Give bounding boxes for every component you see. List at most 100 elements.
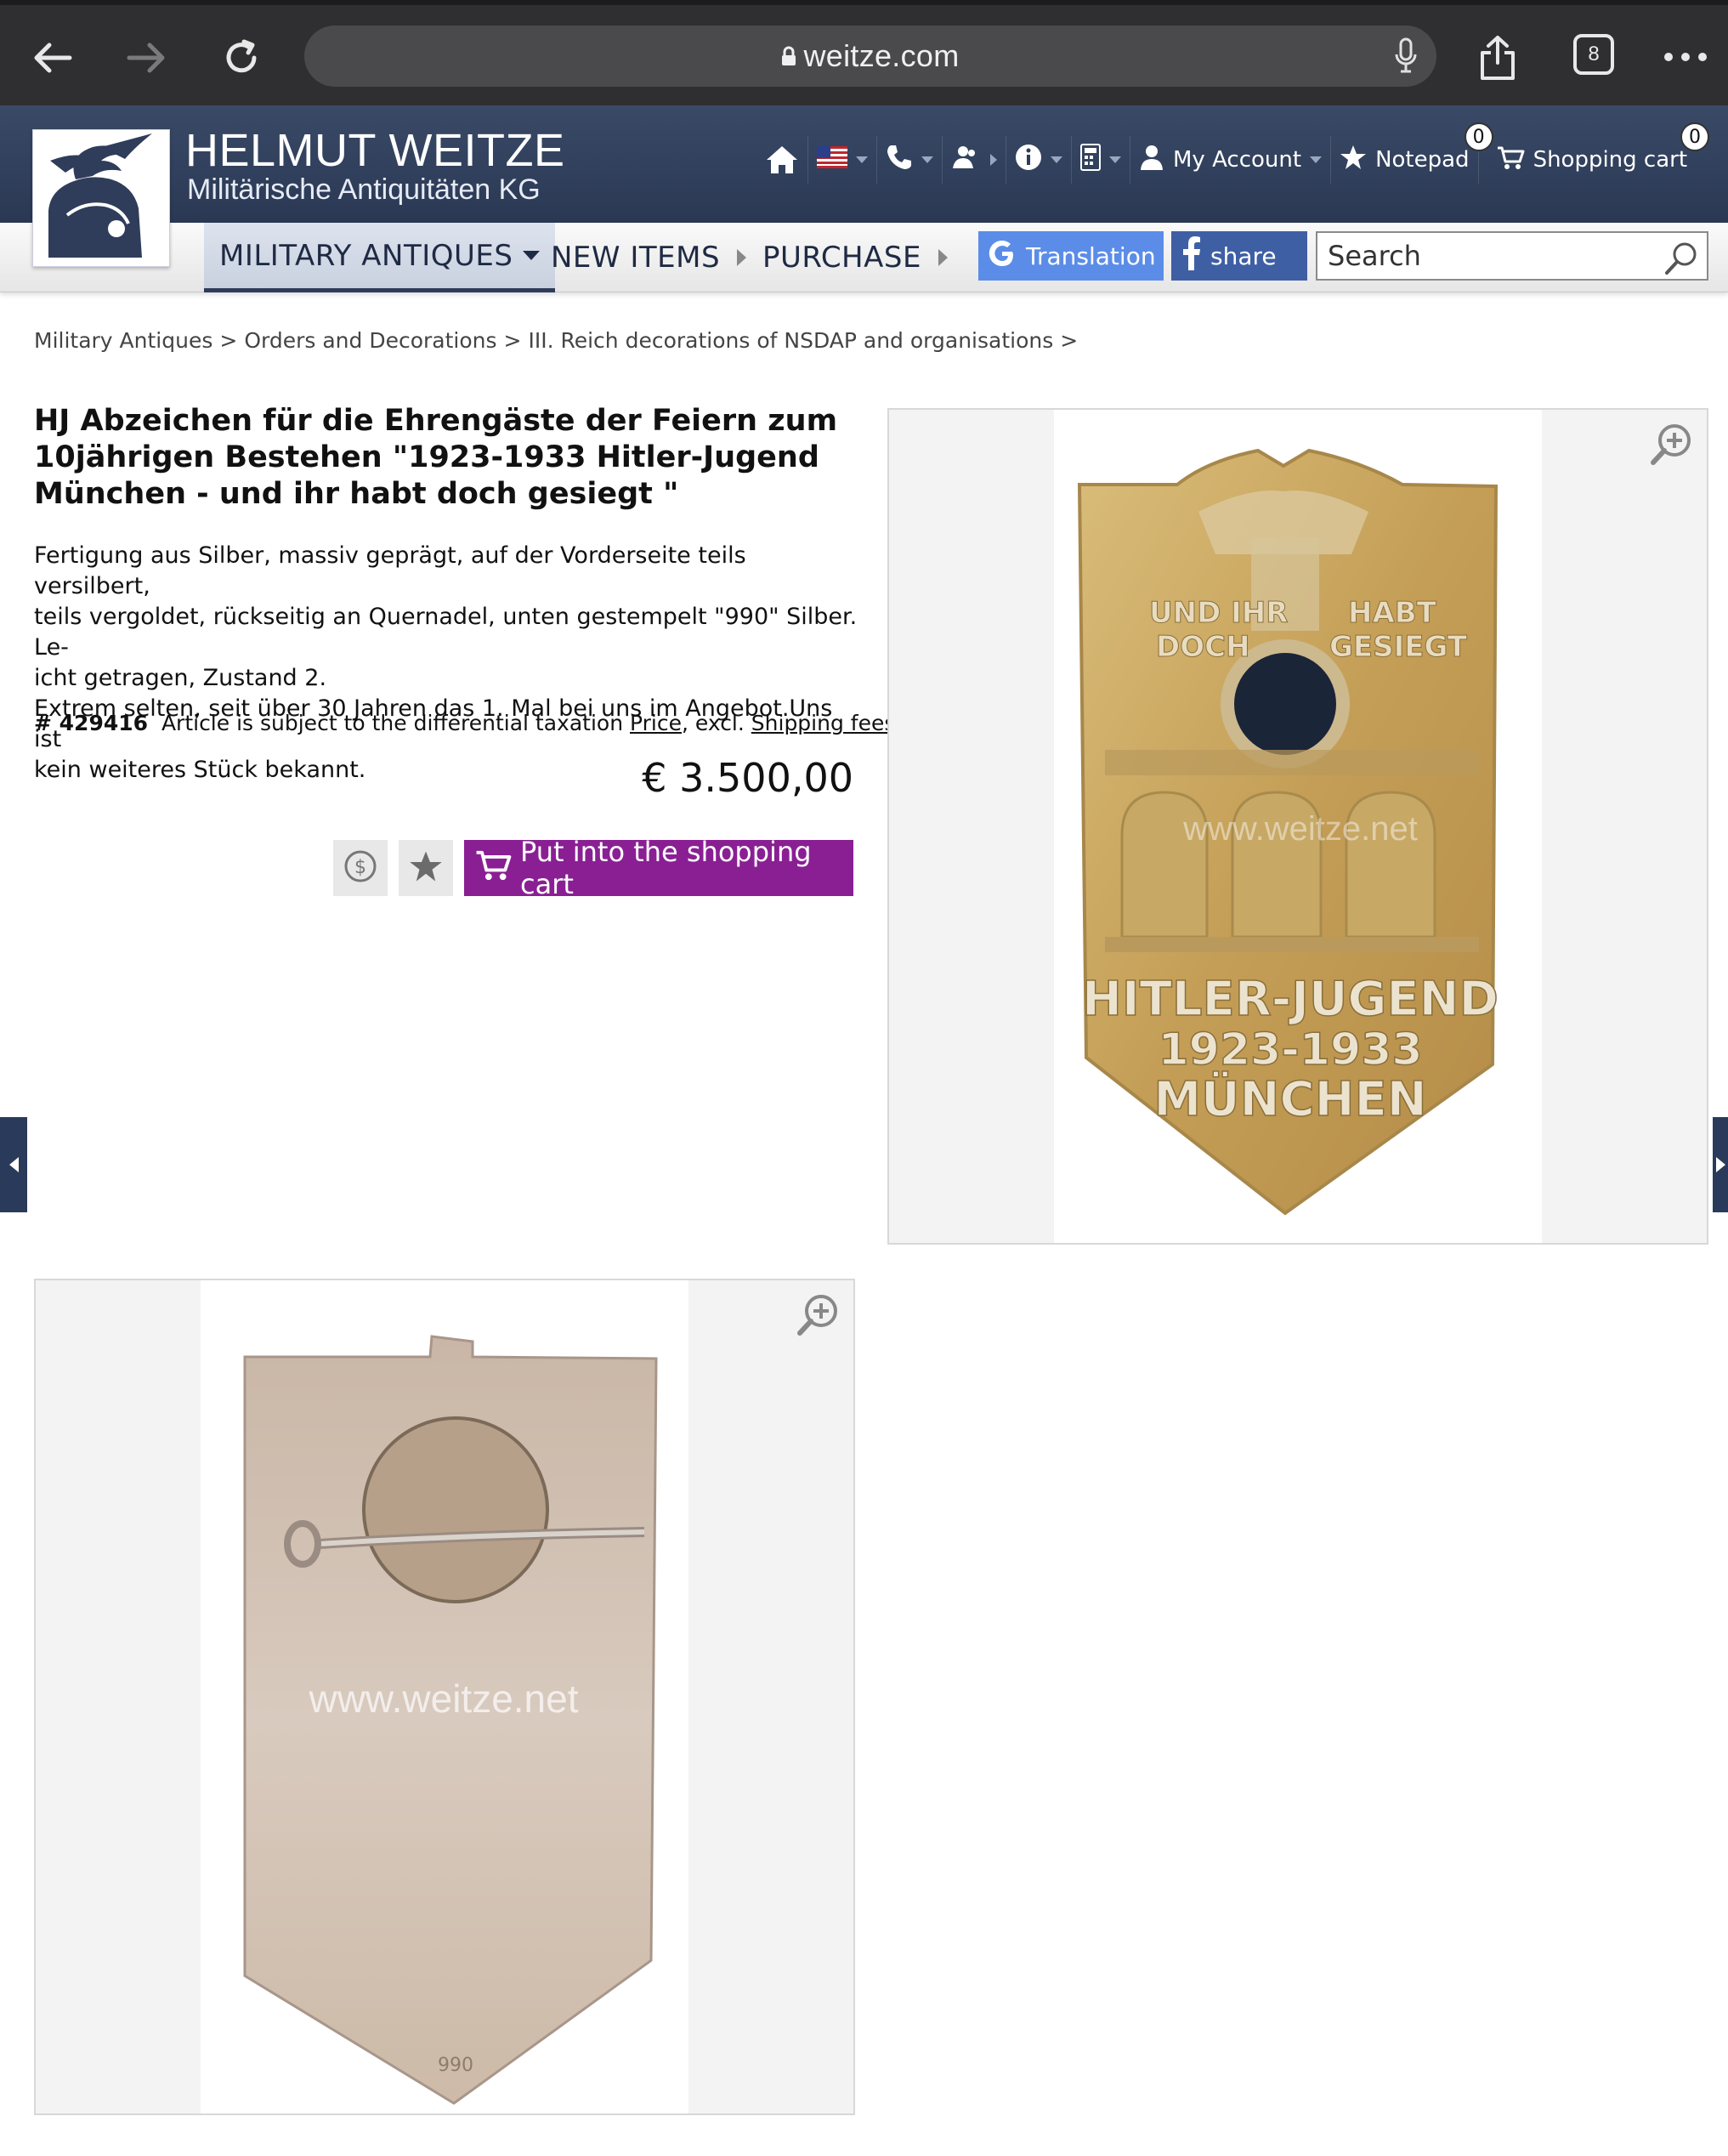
- zoom-in-icon[interactable]: [1649, 422, 1695, 471]
- cart-icon: [1496, 145, 1525, 176]
- nav-military-antiques-label: MILITARY ANTIQUES: [219, 238, 513, 273]
- shipping-fees-link[interactable]: Shipping fees: [751, 711, 896, 735]
- tax-note: Article is subject to the differential t…: [161, 711, 624, 735]
- chevron-down-icon: [921, 156, 933, 163]
- image-watermark: www.weitze.net: [308, 1677, 578, 1721]
- chevron-left-icon: [8, 1157, 19, 1172]
- product-price: € 3.500,00: [642, 755, 853, 801]
- header-toolbar: My Account Notepad 0 Shopping cart 0: [756, 122, 1710, 184]
- chevron-down-icon: [1109, 156, 1121, 163]
- calculator-icon: [1080, 143, 1101, 177]
- price-link[interactable]: Price: [630, 711, 682, 735]
- chevron-right-icon: [938, 249, 948, 266]
- breadcrumb-link[interactable]: Military Antiques: [34, 328, 212, 353]
- tabs-icon[interactable]: 8: [1573, 34, 1614, 75]
- translation-label: Translation: [1026, 241, 1156, 270]
- badge-back-image: www.weitze.net 990: [243, 1335, 658, 2105]
- info-icon: [1015, 144, 1042, 177]
- nav-new-items[interactable]: NEW ITEMS: [551, 223, 747, 292]
- chevron-right-icon: [990, 154, 997, 166]
- contact-menu[interactable]: [943, 136, 1006, 184]
- address-bar[interactable]: weitze.com: [304, 26, 1436, 87]
- image-watermark: www.weitze.net: [1182, 810, 1418, 848]
- contact-persons-icon: [951, 145, 980, 176]
- badge-text-left-bottom: DOCH: [1156, 630, 1250, 664]
- my-account-label: My Account: [1173, 147, 1302, 173]
- currency-converter-button[interactable]: $: [333, 840, 388, 896]
- badge-text-left-top: UND IHR: [1149, 596, 1288, 630]
- product-description: Fertigung aus Silber, massiv geprägt, au…: [34, 541, 858, 786]
- shopping-cart-link[interactable]: Shopping cart 0: [1487, 122, 1710, 184]
- product-image-back[interactable]: www.weitze.net 990: [34, 1279, 855, 2115]
- silver-stamp: 990: [438, 2055, 473, 2076]
- home-icon[interactable]: [756, 136, 808, 184]
- language-selector[interactable]: [808, 136, 877, 184]
- description-line: icht getragen, Zustand 2.: [34, 665, 327, 691]
- badge-text-line2: 1923-1933: [1158, 1024, 1422, 1075]
- badge-text-line3: MÜNCHEN: [1153, 1072, 1426, 1127]
- nav-purchase[interactable]: PURCHASE: [762, 223, 948, 292]
- translation-button[interactable]: Translation: [978, 231, 1164, 281]
- site-logo[interactable]: [32, 129, 170, 267]
- more-icon[interactable]: [1664, 53, 1707, 61]
- badge-front-image: UND IHR DOCH HABT GESIEGT www.weitze.net…: [1077, 448, 1499, 1216]
- nav-purchase-label: PURCHASE: [762, 241, 921, 275]
- chevron-down-icon: [856, 156, 868, 163]
- brand-title[interactable]: HELMUT WEITZE: [185, 124, 565, 177]
- add-to-cart-label: Put into the shopping cart: [520, 836, 812, 900]
- shopping-cart-label: Shopping cart: [1533, 147, 1688, 173]
- google-g-icon: [987, 238, 1017, 275]
- add-to-cart-button[interactable]: Put into the shopping cart: [464, 836, 853, 900]
- notepad-link[interactable]: Notepad 0: [1331, 122, 1493, 184]
- back-arrow-icon[interactable]: [19, 24, 87, 92]
- breadcrumb-separator: >: [1060, 328, 1079, 353]
- article-meta: # 429416 Article is subject to the diffe…: [34, 711, 895, 735]
- search-icon[interactable]: [1664, 241, 1698, 279]
- phone-menu[interactable]: [877, 136, 943, 184]
- chevron-right-icon: [737, 249, 747, 266]
- my-account-menu[interactable]: My Account: [1130, 136, 1332, 184]
- microphone-icon[interactable]: [1394, 37, 1418, 78]
- chevron-down-icon: [1051, 156, 1062, 163]
- svg-text:$: $: [354, 857, 366, 878]
- forward-arrow-icon[interactable]: [112, 24, 180, 92]
- product-image-front[interactable]: UND IHR DOCH HABT GESIEGT www.weitze.net…: [887, 408, 1708, 1245]
- chevron-down-icon: [1310, 156, 1323, 163]
- cart-icon: [474, 848, 512, 888]
- browser-toolbar: weitze.com 8: [0, 0, 1728, 105]
- share-label: share: [1210, 241, 1277, 270]
- user-icon: [1139, 144, 1164, 177]
- breadcrumb-link[interactable]: Orders and Decorations: [244, 328, 496, 353]
- calculator-menu[interactable]: [1072, 136, 1130, 184]
- article-number: # 429416: [34, 711, 149, 735]
- tab-strip: [0, 0, 1728, 5]
- description-line: Fertigung aus Silber, massiv geprägt, au…: [34, 542, 746, 599]
- cart-count-badge: 0: [1680, 122, 1710, 151]
- add-to-notepad-button[interactable]: [399, 840, 453, 896]
- us-flag-icon: [817, 145, 847, 174]
- nav-military-antiques[interactable]: MILITARY ANTIQUES: [204, 223, 556, 292]
- notepad-label: Notepad: [1375, 147, 1470, 173]
- badge-front-photo: UND IHR DOCH HABT GESIEGT www.weitze.net…: [1054, 410, 1542, 1243]
- badge-text-right-bottom: GESIEGT: [1329, 630, 1468, 664]
- next-item-button[interactable]: [1713, 1117, 1728, 1212]
- share-icon[interactable]: [1464, 24, 1532, 92]
- facebook-share-button[interactable]: share: [1171, 231, 1307, 281]
- excl-text: , excl.: [682, 711, 745, 735]
- search-box: [1316, 231, 1708, 281]
- breadcrumb: Military Antiques > Orders and Decoratio…: [34, 328, 1078, 353]
- breadcrumb-separator: >: [503, 328, 522, 353]
- info-menu[interactable]: [1006, 136, 1072, 184]
- facebook-icon: [1183, 235, 1200, 276]
- previous-item-button[interactable]: [0, 1117, 27, 1212]
- breadcrumb-link[interactable]: III. Reich decorations of NSDAP and orga…: [528, 328, 1053, 353]
- badge-back-photo: www.weitze.net 990: [201, 1280, 688, 2113]
- search-input[interactable]: [1328, 240, 1651, 272]
- chevron-right-icon: [1715, 1157, 1725, 1172]
- zoom-in-icon[interactable]: [796, 1292, 841, 1342]
- brand-subtitle: Militärische Antiquitäten KG: [187, 173, 541, 206]
- main-nav: MILITARY ANTIQUES NEW ITEMS PURCHASE Tra…: [0, 223, 1728, 292]
- reload-icon[interactable]: [207, 24, 275, 92]
- chevron-down-icon: [523, 251, 541, 260]
- phone-icon: [886, 144, 913, 177]
